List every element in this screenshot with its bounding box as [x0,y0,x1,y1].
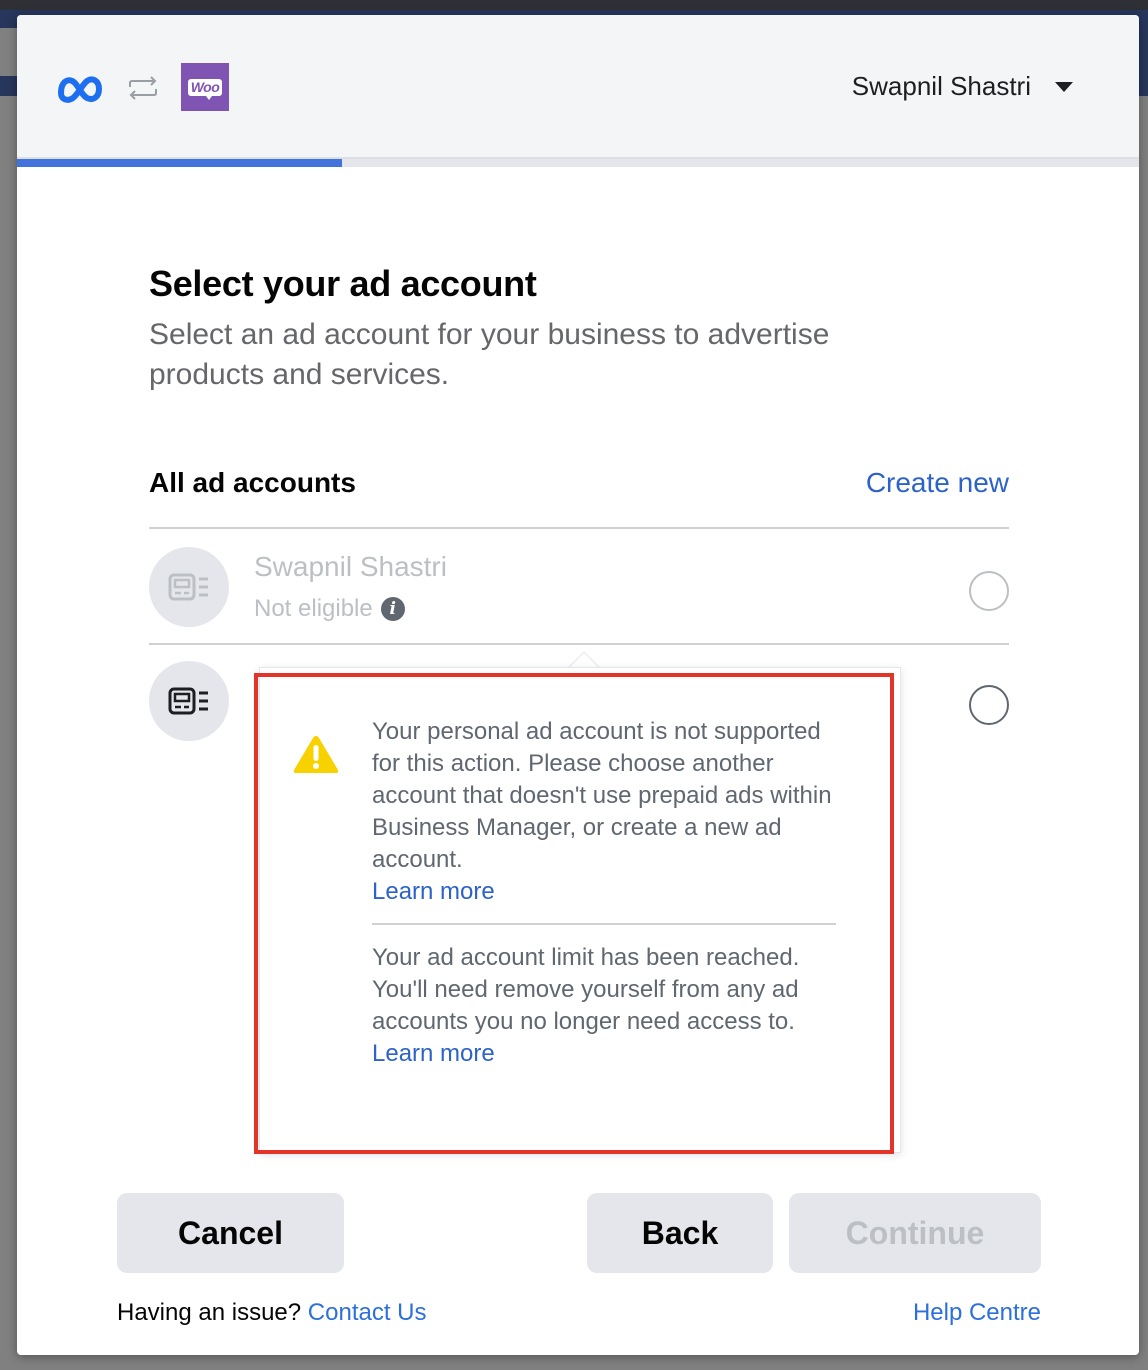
divider [372,923,836,925]
warning-message-personal-account: Your personal ad account is not supporte… [372,716,842,908]
learn-more-link[interactable]: Learn more [372,1038,842,1070]
footer-issue: Having an issue? Contact Us [117,1299,427,1327]
browser-top-bar [0,0,1148,10]
dialog-header: Woo Swapnil Shastri [17,15,1139,159]
create-new-link[interactable]: Create new [866,467,1009,499]
back-button[interactable]: Back [587,1193,773,1273]
avatar [149,661,229,741]
account-row[interactable]: Swapnil Shastri Not eligible i [149,531,1009,645]
meta-logo-icon [58,76,102,103]
warning-message-account-limit: Your ad account limit has been reached. … [372,942,842,1070]
ad-account-dialog: Woo Swapnil Shastri Select your ad accou… [17,15,1139,1355]
cancel-button[interactable]: Cancel [117,1193,344,1273]
learn-more-link[interactable]: Learn more [372,876,842,908]
caret-down-icon [1055,81,1073,92]
page-subtitle: Select an ad account for your business t… [149,318,830,391]
background-page-strip [0,76,18,96]
sync-icon [129,76,157,100]
warning-text: Your personal ad account is not supporte… [372,718,832,873]
ad-account-icon [168,687,208,715]
progress-bar [17,159,1139,167]
page-title: Select your ad account [149,263,537,304]
account-status-text: Not eligible [254,595,373,622]
user-menu[interactable]: Swapnil Shastri [852,71,1073,102]
account-status: Not eligible i [254,595,405,623]
warning-text: Your ad account limit has been reached. … [372,944,800,1035]
info-icon[interactable]: i [380,597,405,621]
account-radio[interactable] [969,571,1009,611]
warning-icon [293,736,339,773]
ad-account-icon [168,573,208,601]
account-radio[interactable] [969,685,1009,725]
contact-us-link[interactable]: Contact Us [308,1299,427,1326]
issue-text: Having an issue? [117,1299,302,1326]
account-name: Swapnil Shastri [254,551,447,582]
user-name: Swapnil Shastri [851,71,1031,101]
background-page-strip-right [1138,10,1148,96]
continue-button[interactable]: Continue [789,1193,1041,1273]
progress-bar-fill [17,159,343,167]
help-centre-link[interactable]: Help Centre [913,1299,1041,1327]
avatar [149,547,229,627]
woocommerce-logo-icon: Woo [181,63,229,111]
accounts-heading: All ad accounts [149,467,356,498]
accounts-list-header: All ad accounts Create new [149,467,1009,529]
